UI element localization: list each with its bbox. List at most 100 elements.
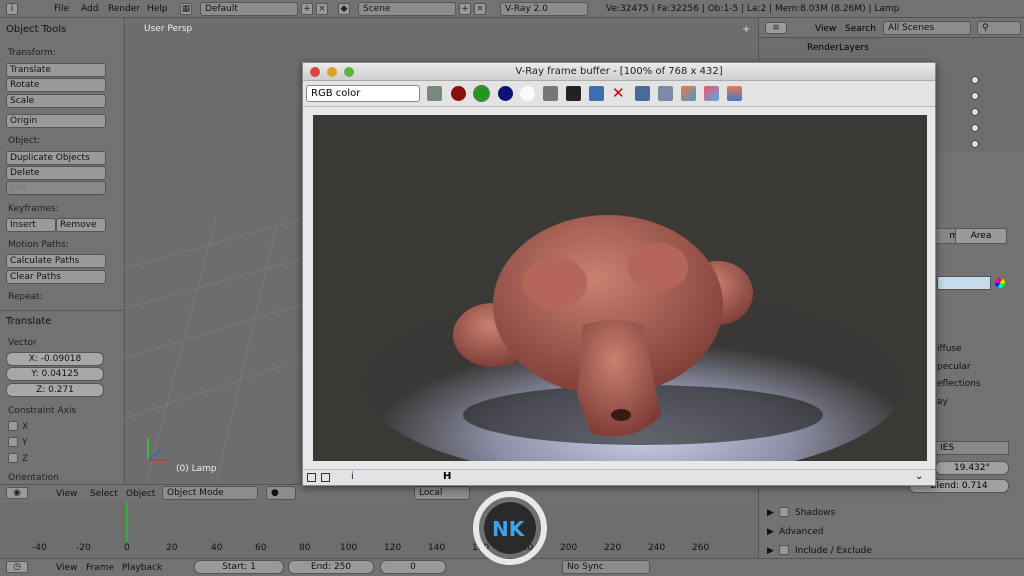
outliner-search-menu[interactable]: Search: [845, 24, 876, 34]
zoom-window-icon[interactable]: [344, 67, 354, 77]
track-mouse-icon[interactable]: [427, 86, 442, 101]
translate-operator-title[interactable]: Translate: [6, 316, 51, 327]
timeline-frame-menu[interactable]: Frame: [86, 563, 114, 573]
include-expand-icon[interactable]: ▶: [767, 546, 774, 556]
shadows-checkbox[interactable]: [779, 507, 789, 517]
visibility-eye-icon[interactable]: [971, 92, 979, 100]
expand-icon[interactable]: ⌄: [915, 471, 923, 482]
remove-scene-icon[interactable]: ×: [474, 3, 486, 15]
render-engine-select[interactable]: V-Ray 2.0: [500, 2, 588, 16]
editor-type-icon[interactable]: ≡: [765, 22, 787, 34]
blue-channel-icon[interactable]: [498, 86, 513, 101]
alpha-channel-icon[interactable]: [520, 86, 535, 101]
timeline-playback-menu[interactable]: Playback: [122, 563, 162, 573]
clear-paths-button[interactable]: Clear Paths: [6, 270, 106, 284]
visibility-eye-icon[interactable]: [971, 140, 979, 148]
calculate-paths-button[interactable]: Calculate Paths: [6, 254, 106, 268]
show-corrections-icon[interactable]: [307, 473, 316, 482]
shading-select[interactable]: ●: [266, 486, 296, 500]
outliner-view-menu[interactable]: View: [815, 24, 836, 34]
advanced-panel-label[interactable]: Advanced: [779, 527, 823, 537]
outliner-search-input[interactable]: ⚲: [977, 21, 1021, 35]
visibility-eye-icon[interactable]: [971, 108, 979, 116]
current-frame-marker[interactable]: [126, 502, 128, 542]
lamp-color-field[interactable]: [937, 276, 991, 290]
histogram-icon[interactable]: H: [443, 471, 451, 482]
stamp-icon[interactable]: [321, 473, 330, 482]
menu-add[interactable]: Add: [81, 4, 98, 14]
visibility-eye-icon[interactable]: [971, 124, 979, 132]
insert-keyframe-button[interactable]: Insert: [6, 218, 56, 232]
duplicate-vfb-icon[interactable]: [635, 86, 650, 101]
delete-button[interactable]: Delete: [6, 166, 106, 180]
transform-orientation-select[interactable]: Local: [414, 486, 470, 500]
scene-select[interactable]: Scene: [358, 2, 456, 16]
constraint-z-checkbox[interactable]: [8, 453, 18, 463]
minimize-window-icon[interactable]: [327, 67, 337, 77]
current-frame-field[interactable]: 0: [380, 560, 446, 574]
color-wheel-icon[interactable]: [995, 278, 1005, 288]
add-scene-icon[interactable]: +: [459, 3, 471, 15]
rotate-button[interactable]: Rotate: [6, 78, 106, 92]
remove-layout-icon[interactable]: ×: [316, 3, 328, 15]
start-frame-field[interactable]: Start: 1: [194, 560, 284, 574]
menu-render[interactable]: Render: [108, 4, 140, 14]
duplicate-objects-button[interactable]: Duplicate Objects: [6, 151, 106, 165]
constraint-y-checkbox[interactable]: [8, 437, 18, 447]
view-menu[interactable]: View: [56, 489, 77, 499]
editor-type-icon[interactable]: ◉: [6, 487, 28, 499]
compare-ab-vertical-icon[interactable]: [727, 86, 742, 101]
translate-button[interactable]: Translate: [6, 63, 106, 77]
advanced-expand-icon[interactable]: ▶: [767, 527, 774, 537]
load-image-icon[interactable]: [589, 86, 604, 101]
shadows-expand-icon[interactable]: ▶: [767, 508, 774, 518]
clear-image-icon[interactable]: ✕: [612, 84, 625, 102]
history-icon[interactable]: [681, 86, 696, 101]
close-window-icon[interactable]: [310, 67, 320, 77]
vector-x-field[interactable]: X: -0.09018: [6, 352, 104, 366]
vector-y-field[interactable]: Y: 0.04125: [6, 367, 104, 381]
green-channel-icon[interactable]: [473, 85, 490, 102]
menu-file[interactable]: File: [54, 4, 69, 14]
channel-select[interactable]: RGB color: [306, 85, 420, 102]
remove-keyframe-button[interactable]: Remove: [56, 218, 106, 232]
red-channel-icon[interactable]: [451, 86, 466, 101]
object-tools-title[interactable]: Object Tools: [6, 24, 66, 35]
render-layers-item[interactable]: RenderLayers: [807, 43, 869, 53]
render-region-icon[interactable]: [658, 86, 673, 101]
save-image-icon[interactable]: [566, 86, 581, 101]
shadows-panel-label[interactable]: Shadows: [795, 508, 835, 518]
vray-window-titlebar[interactable]: V-Ray frame buffer - [100% of 768 x 432]: [303, 63, 935, 81]
include-checkbox[interactable]: [779, 545, 789, 555]
scene-icon[interactable]: ◆: [338, 3, 350, 15]
object-menu[interactable]: Object: [126, 489, 155, 499]
info-icon[interactable]: i: [351, 471, 354, 482]
value-field[interactable]: 19.432°: [935, 461, 1009, 475]
sync-mode-select[interactable]: No Sync: [562, 560, 650, 574]
end-frame-field[interactable]: End: 250: [288, 560, 374, 574]
include-exclude-panel-label[interactable]: Include / Exclude: [795, 546, 872, 556]
lamp-type-area-tab[interactable]: Area: [955, 228, 1007, 244]
editor-type-icon[interactable]: i: [6, 3, 18, 15]
constraint-x-checkbox[interactable]: [8, 421, 18, 431]
mono-channel-icon[interactable]: [543, 86, 558, 101]
screen-layout-icon[interactable]: ▦: [180, 3, 192, 15]
timeline[interactable]: [0, 502, 758, 558]
screen-layout-select[interactable]: Default: [200, 2, 298, 16]
join-button[interactable]: Join: [6, 181, 106, 195]
compare-ab-icon[interactable]: [704, 86, 719, 101]
menu-help[interactable]: Help: [147, 4, 168, 14]
display-mode-select[interactable]: All Scenes: [883, 21, 971, 35]
timeline-view-menu[interactable]: View: [56, 563, 77, 573]
scale-button[interactable]: Scale: [6, 94, 106, 108]
origin-button[interactable]: Origin: [6, 114, 106, 128]
mode-select[interactable]: Object Mode: [162, 486, 258, 500]
vray-frame-buffer-window[interactable]: V-Ray frame buffer - [100% of 768 x 432]…: [302, 62, 936, 486]
add-layout-icon[interactable]: +: [301, 3, 313, 15]
ies-button[interactable]: IES: [935, 441, 1009, 455]
editor-type-icon[interactable]: ◷: [6, 561, 28, 573]
visibility-eye-icon[interactable]: [971, 76, 979, 84]
select-menu[interactable]: Select: [90, 489, 118, 499]
vector-z-field[interactable]: Z: 0.271: [6, 383, 104, 397]
viewport-add-icon[interactable]: +: [742, 24, 750, 35]
